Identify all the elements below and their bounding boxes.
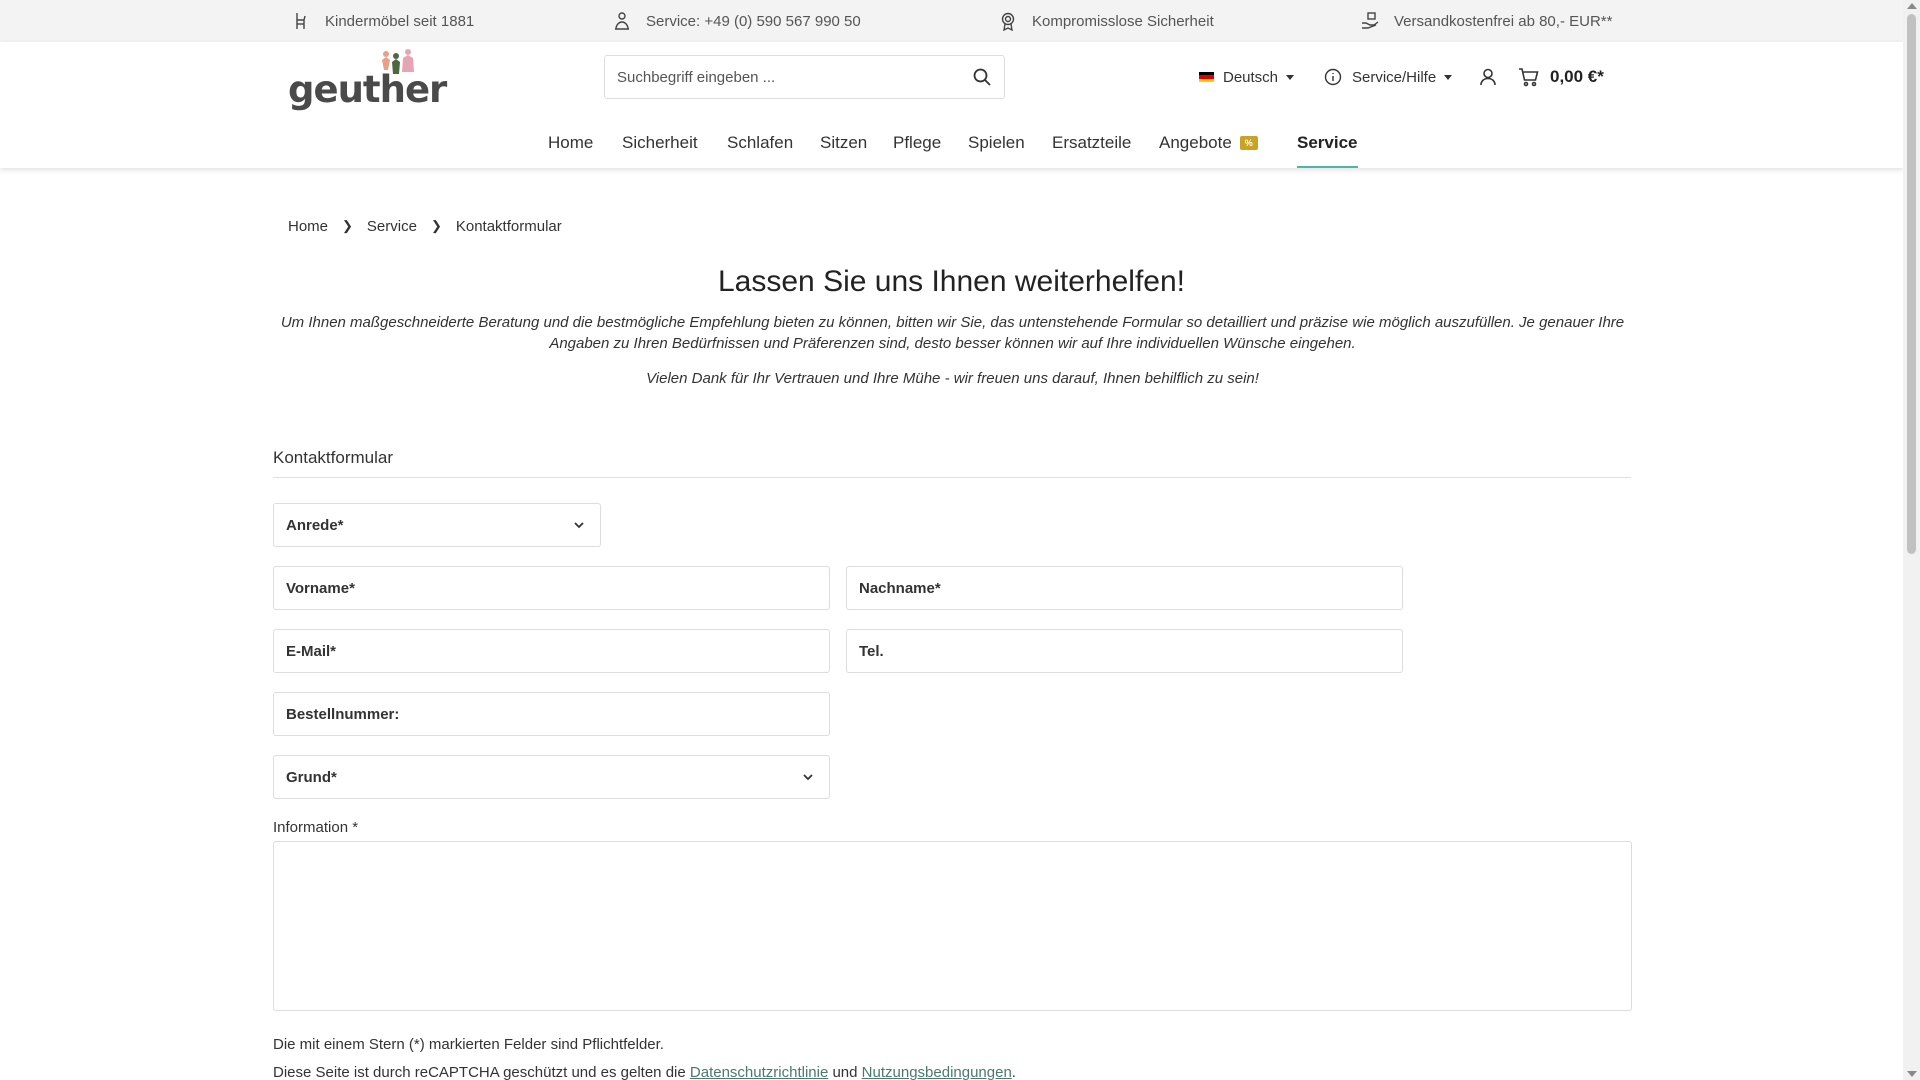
nav-item-spielen[interactable]: Spielen (968, 118, 1025, 168)
nav-label: Sitzen (820, 133, 868, 152)
recaptcha-period: . (1011, 1064, 1016, 1080)
firstname-input[interactable] (286, 579, 817, 597)
breadcrumb-home[interactable]: Home (288, 218, 328, 235)
form-title: Kontaktformular (273, 448, 393, 467)
scroll-down-arrow-icon[interactable] (1907, 1071, 1917, 1077)
topbar-text: Service: +49 (0) 590 567 990 50 (646, 12, 861, 30)
chevron-down-icon (574, 522, 584, 529)
cart-icon (1519, 68, 1539, 87)
information-textarea[interactable] (273, 841, 1632, 1011)
hand-package-icon (1362, 12, 1379, 29)
lastname-field[interactable] (846, 566, 1403, 610)
reason-value: Grund* (286, 768, 337, 786)
chair-icon (296, 13, 306, 29)
required-fields-note: Die mit einem Stern (*) markierten Felde… (273, 1036, 664, 1053)
scroll-thumb[interactable] (1907, 14, 1916, 554)
privacy-policy-link[interactable]: Datenschutzrichtlinie (690, 1064, 828, 1080)
reason-select[interactable]: Grund* (273, 755, 830, 799)
topbar-text: Versandkostenfrei ab 80,- EUR** (1394, 12, 1613, 30)
breadcrumb: Home ❯ Service ❯ Kontaktformular (288, 216, 562, 236)
topbar-item-phone[interactable]: Service: +49 (0) 590 567 990 50 (612, 0, 861, 42)
information-label: Information * (273, 819, 359, 836)
nav-label: Angebote (1159, 133, 1232, 152)
site-header: geuther Deutsch Service/Hilfe 0,00 €* Ho… (0, 42, 1903, 168)
salutation-select[interactable]: Anrede* (273, 503, 601, 547)
page-scrollbar[interactable] (1903, 0, 1920, 1080)
nav-label: Home (548, 133, 594, 152)
topbar-item-history: Kindermöbel seit 1881 (291, 0, 474, 42)
nav-item-service[interactable]: Service (1297, 118, 1358, 168)
chevron-down-icon (803, 774, 813, 781)
info-icon (1324, 68, 1342, 86)
logo-text: geuther (288, 68, 447, 111)
nav-item-sicherheit[interactable]: Sicherheit (622, 118, 698, 168)
search-icon[interactable] (972, 67, 992, 87)
page-title: Lassen Sie uns Ihnen weiterhelfen! (718, 265, 1185, 298)
thanks-text: Vielen Dank für Ihr Vertrauen und Ihre M… (646, 370, 1259, 387)
phone-input[interactable] (859, 642, 1390, 660)
recaptcha-note: Diese Seite ist durch reCAPTCHA geschütz… (273, 1064, 1016, 1080)
nav-item-sitzen[interactable]: Sitzen (820, 118, 867, 168)
recaptcha-text: Diese Seite ist durch reCAPTCHA geschütz… (273, 1064, 686, 1080)
service-person-icon (615, 12, 629, 30)
cart-button[interactable]: 0,00 €* (1518, 55, 1604, 99)
nav-label: Service (1297, 133, 1358, 152)
nav-item-ersatzteile[interactable]: Ersatzteile (1052, 118, 1131, 168)
sale-badge: % (1239, 136, 1258, 150)
chevron-right-icon: ❯ (430, 218, 442, 233)
scroll-up-arrow-icon[interactable] (1907, 3, 1917, 9)
breadcrumb-service[interactable]: Service (367, 218, 417, 235)
recaptcha-and: und (832, 1064, 858, 1080)
site-logo[interactable]: geuther (288, 48, 447, 113)
language-label: Deutsch (1223, 68, 1279, 86)
breadcrumb-current: Kontaktformular (455, 217, 562, 235)
language-switcher[interactable]: Deutsch (1199, 55, 1295, 99)
terms-link[interactable]: Nutzungsbedingungen (862, 1064, 1012, 1080)
nav-item-home[interactable]: Home (548, 118, 593, 168)
topbar-item-shipping: Versandkostenfrei ab 80,- EUR** (1360, 0, 1612, 42)
intro-text: Um Ihnen maßgeschneiderte Beratung und d… (280, 314, 1625, 352)
account-button[interactable] (1478, 55, 1498, 99)
nav-item-angebote[interactable]: Angebote% (1159, 118, 1258, 168)
german-flag-icon (1199, 72, 1214, 82)
cart-total: 0,00 €* (1550, 67, 1604, 86)
chevron-right-icon: ❯ (342, 218, 353, 233)
service-help-menu[interactable]: Service/Hilfe (1324, 55, 1453, 99)
nav-item-schlafen[interactable]: Schlafen (727, 118, 793, 168)
nav-label: Sicherheit (622, 133, 698, 152)
nav-label: Pflege (893, 133, 942, 152)
phone-field[interactable] (846, 629, 1403, 673)
topbar-item-safety: Kompromisslose Sicherheit (998, 0, 1214, 42)
nav-label: Spielen (968, 133, 1025, 152)
award-icon (1001, 12, 1015, 31)
caret-down-icon (1286, 74, 1295, 80)
email-field[interactable] (273, 629, 830, 673)
salutation-value: Anrede* (286, 516, 344, 534)
divider (273, 477, 1631, 478)
search-input[interactable] (617, 68, 972, 86)
lastname-input[interactable] (859, 579, 1390, 597)
order-number-field[interactable] (273, 692, 830, 736)
email-input[interactable] (286, 642, 817, 660)
nav-item-pflege[interactable]: Pflege (893, 118, 941, 168)
order-number-input[interactable] (286, 705, 817, 723)
search-box (604, 55, 1005, 99)
nav-label: Ersatzteile (1052, 133, 1132, 152)
nav-label: Schlafen (727, 133, 794, 152)
main-navigation: Home Sicherheit Schlafen Sitzen Pflege S… (0, 118, 1903, 168)
firstname-field[interactable] (273, 566, 830, 610)
topbar-text: Kindermöbel seit 1881 (325, 12, 475, 30)
caret-down-icon (1444, 74, 1453, 80)
topbar-text: Kompromisslose Sicherheit (1032, 12, 1214, 30)
top-info-bar: Kindermöbel seit 1881 Service: +49 (0) 5… (0, 0, 1903, 42)
user-icon (1480, 68, 1496, 86)
service-help-label: Service/Hilfe (1352, 68, 1437, 86)
